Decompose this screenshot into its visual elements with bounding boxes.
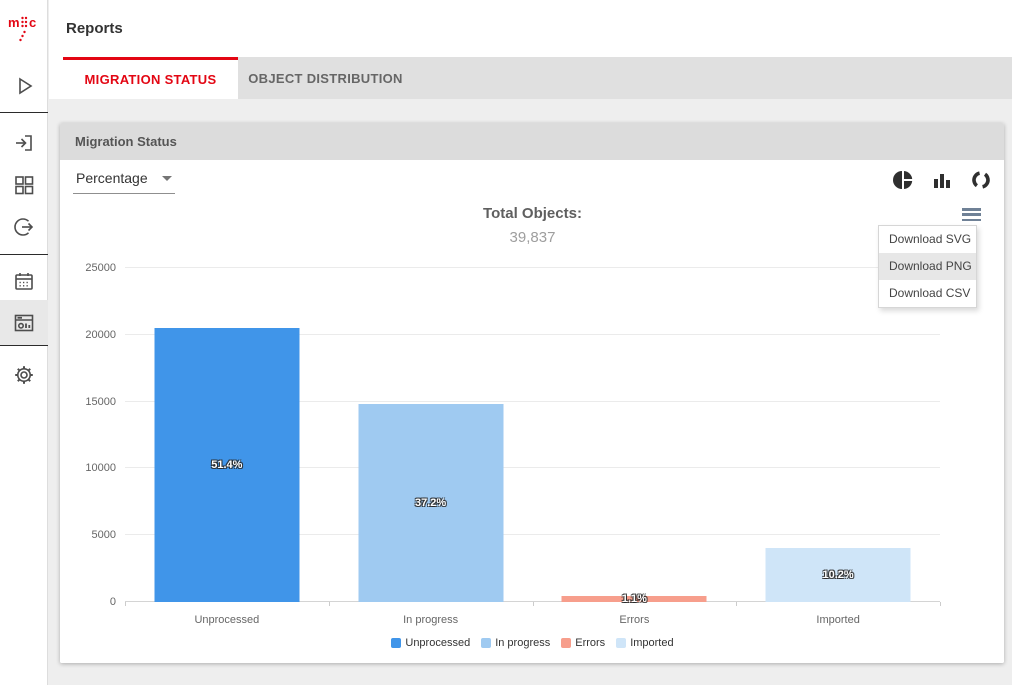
sidebar-divider: [0, 345, 48, 346]
play-icon: [12, 74, 36, 98]
sidebar-divider: [0, 112, 48, 113]
chevron-down-icon: [162, 176, 172, 181]
legend-item-in-progress[interactable]: In progress: [481, 637, 550, 649]
bar-percent-label: 51.4%: [211, 459, 242, 471]
x-axis-tick: [329, 602, 330, 606]
menu-item-download-png[interactable]: Download PNG: [879, 253, 976, 280]
plot-area: Unprocessed51.4%In progress37.2%Errors1.…: [125, 268, 940, 602]
tab-label: OBJECT DISTRIBUTION: [248, 71, 402, 86]
legend-item-errors[interactable]: Errors: [561, 637, 605, 649]
bar-imported[interactable]: 10.2%: [766, 548, 911, 602]
sidebar-item-objects[interactable]: [0, 166, 48, 204]
reports-icon: [12, 311, 36, 335]
chart-column: 10.2%: [736, 268, 940, 602]
svg-text:m: m: [8, 15, 20, 30]
y-tick-label: 15000: [85, 396, 116, 408]
tab-label: MIGRATION STATUS: [85, 72, 217, 87]
app-logo[interactable]: m c: [0, 10, 48, 50]
content-area: Migration Status Percentage: [49, 99, 1012, 685]
view-mode-select[interactable]: Percentage: [73, 166, 175, 194]
bar-in-progress[interactable]: 37.2%: [358, 404, 503, 602]
sidebar-item-scheduler[interactable]: [0, 262, 48, 300]
x-axis-tick: [125, 602, 126, 606]
migration-status-panel: Migration Status Percentage: [60, 123, 1004, 663]
legend-label: Unprocessed: [405, 637, 470, 649]
calendar-icon: [12, 269, 36, 293]
chart-title: Total Objects:: [125, 205, 940, 222]
chart-column: 37.2%: [329, 268, 533, 602]
bar-percent-label: 1.1%: [622, 593, 647, 605]
panel-header: Migration Status: [60, 123, 1004, 160]
sidebar: m c: [0, 0, 48, 685]
topbar: Reports: [49, 0, 1012, 57]
sidebar-item-export[interactable]: [0, 208, 48, 246]
bar-percent-label: 37.2%: [415, 497, 446, 509]
tabstrip: MIGRATION STATUS OBJECT DISTRIBUTION: [49, 57, 1012, 99]
tab-migration-status[interactable]: MIGRATION STATUS: [63, 57, 238, 99]
legend-label: Errors: [575, 637, 605, 649]
legend-item-imported[interactable]: Imported: [616, 637, 673, 649]
donut-chart-icon: [971, 170, 991, 190]
legend-label: In progress: [495, 637, 550, 649]
y-tick-label: 0: [110, 596, 116, 608]
bar-unprocessed[interactable]: 51.4%: [154, 328, 299, 602]
chart-total-value: 39,837: [125, 229, 940, 246]
chart-column: 51.4%: [125, 268, 329, 602]
x-axis-label: Imported: [736, 614, 940, 626]
logo-icon: m c: [8, 13, 40, 47]
pie-chart-button[interactable]: [893, 170, 913, 190]
bar-chart-icon: [932, 170, 952, 190]
svg-text:c: c: [29, 15, 36, 30]
chart-region: Total Objects: 39,837 Download SVGDownlo…: [60, 200, 1004, 663]
hamburger-icon[interactable]: [962, 208, 981, 221]
sidebar-item-run[interactable]: [0, 67, 48, 105]
page-title: Reports: [49, 0, 1012, 37]
bar-percent-label: 10.2%: [823, 569, 854, 581]
x-axis-tick: [940, 602, 941, 606]
y-tick-label: 25000: [85, 262, 116, 274]
menu-item-download-svg[interactable]: Download SVG: [879, 226, 976, 253]
grid-icon: [12, 173, 36, 197]
sidebar-item-settings[interactable]: [0, 356, 48, 394]
panel-toolbar: Percentage: [60, 160, 1004, 200]
legend-label: Imported: [630, 637, 673, 649]
legend-swatch: [481, 638, 491, 648]
y-tick-label: 20000: [85, 329, 116, 341]
donut-chart-button[interactable]: [971, 170, 991, 190]
chart-column: 1.1%: [533, 268, 737, 602]
legend-swatch: [561, 638, 571, 648]
sidebar-item-reports[interactable]: [0, 300, 48, 345]
x-axis-tick: [736, 602, 737, 606]
legend-swatch: [391, 638, 401, 648]
tab-spacer: [49, 57, 63, 99]
pie-chart-icon: [893, 170, 913, 190]
bar-chart-button[interactable]: [932, 170, 952, 190]
x-axis-label: Unprocessed: [125, 614, 329, 626]
settings-icon: [12, 363, 36, 387]
chart-legend: Unprocessed In progress Errors Imported: [125, 637, 940, 649]
export-menu: Download SVGDownload PNGDownload CSV: [878, 225, 977, 308]
y-axis-labels: 0500010000150002000025000: [60, 268, 116, 602]
menu-item-download-csv[interactable]: Download CSV: [879, 280, 976, 307]
import-icon: [12, 131, 36, 155]
x-axis-tick: [533, 602, 534, 606]
view-mode-value: Percentage: [76, 170, 148, 186]
x-axis-label: In progress: [329, 614, 533, 626]
y-tick-label: 10000: [85, 462, 116, 474]
legend-swatch: [616, 638, 626, 648]
x-axis-label: Errors: [533, 614, 737, 626]
bar-errors[interactable]: 1.1%: [562, 596, 707, 602]
export-icon: [12, 215, 36, 239]
tabstrip-filler: [413, 57, 1012, 99]
tab-object-distribution[interactable]: OBJECT DISTRIBUTION: [238, 57, 413, 99]
y-tick-label: 5000: [92, 529, 116, 541]
legend-item-unprocessed[interactable]: Unprocessed: [391, 637, 470, 649]
sidebar-divider: [0, 254, 48, 255]
sidebar-item-import[interactable]: [0, 124, 48, 162]
